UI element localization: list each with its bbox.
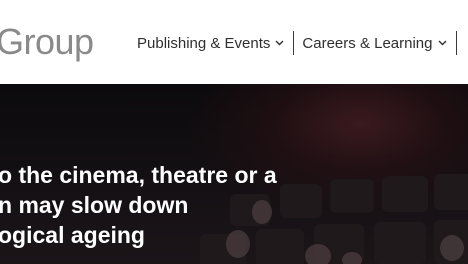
headline-line: ogical ageing	[0, 222, 145, 248]
hero-banner[interactable]: o the cinema, theatre or a n may slow do…	[0, 84, 468, 264]
chevron-down-icon	[438, 38, 448, 48]
headline-line: o the cinema, theatre or a	[0, 162, 277, 188]
site-header: Group Publishing & Events Careers & Lear…	[0, 0, 468, 84]
nav-item-careers-learning[interactable]: Careers & Learning	[302, 35, 447, 52]
nav-item-label: Publishing & Events	[137, 34, 271, 52]
nav-item-label: Careers & Learning	[302, 34, 433, 52]
hero-headline[interactable]: o the cinema, theatre or a n may slow do…	[0, 160, 277, 250]
brand-logo-text[interactable]: Group	[0, 20, 94, 64]
headline-line: n may slow down	[0, 192, 189, 218]
main-nav: Publishing & Events Careers & Learning	[137, 30, 465, 56]
nav-divider	[455, 31, 457, 55]
nav-item-publishing-events[interactable]: Publishing & Events	[137, 35, 285, 52]
nav-divider	[293, 31, 295, 55]
chevron-down-icon	[275, 38, 285, 48]
